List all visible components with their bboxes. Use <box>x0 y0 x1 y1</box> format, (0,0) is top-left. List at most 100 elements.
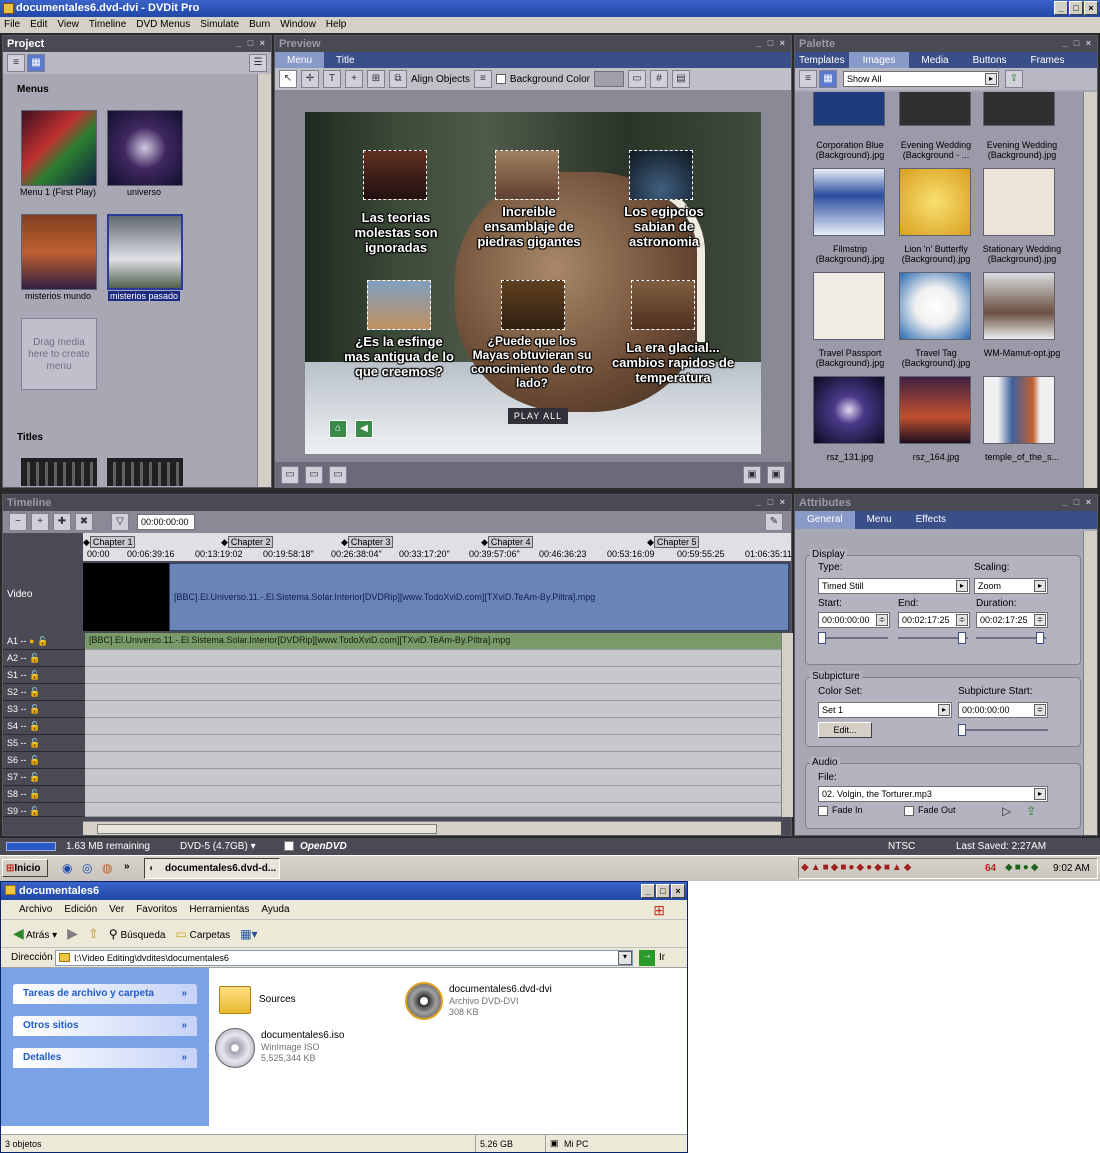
preview-action-icon-2[interactable]: ▭ <box>305 466 323 484</box>
menu-archivo[interactable]: Archivo <box>19 904 52 919</box>
drop-target[interactable]: Drag media here to create menu <box>21 318 97 390</box>
menu-thumbnail-3[interactable] <box>21 214 97 290</box>
menu-thumbnail-4[interactable] <box>107 214 183 290</box>
palette-thumb-5[interactable] <box>899 168 971 236</box>
tab-title[interactable]: Title <box>324 52 367 68</box>
lock-icon[interactable]: 🔓 <box>29 755 40 765</box>
dvd-project-icon[interactable] <box>405 982 443 1020</box>
audio-clip[interactable]: [BBC].El.Universo.11.-.El.Sistema.Solar.… <box>85 633 781 650</box>
menu-button-thumb-4[interactable] <box>367 280 431 330</box>
go-label[interactable]: Ir <box>659 952 665 963</box>
chapter-marker-4[interactable]: ◆ Chapter 4 <box>481 536 534 548</box>
task-pane-other-places[interactable]: Otros sitios» <box>13 1016 197 1036</box>
fade-in-checkbox[interactable] <box>818 806 828 816</box>
palette-thumb-2[interactable] <box>899 92 971 126</box>
lock-icon[interactable]: 🔓 <box>29 806 40 816</box>
taskbar-task-button[interactable]: ◐ documentales6.dvd-d... <box>144 858 280 879</box>
menu-button-text-5[interactable]: ¿Puede que los Mayas obtuvieran su conoc… <box>471 334 593 390</box>
play-all-button[interactable]: PLAY ALL <box>508 408 568 424</box>
zoom-out-icon[interactable]: − <box>9 513 27 531</box>
zoom-in-icon[interactable]: + <box>31 513 49 531</box>
menu-burn[interactable]: Burn <box>249 19 270 33</box>
lock-icon[interactable]: 🔓 <box>29 704 40 714</box>
chapter-marker-1[interactable]: ◆ Chapter 1 <box>83 536 136 548</box>
menu-button-text-3[interactable]: Los egipcios sabian de astronomia <box>609 204 719 249</box>
film-icon[interactable]: ▤ <box>671 70 690 88</box>
type-select[interactable]: Timed Still ▸ <box>818 578 970 594</box>
speaker-icon[interactable]: ● <box>29 636 34 646</box>
menu-button-thumb-1[interactable] <box>363 150 427 200</box>
maximize-button[interactable]: □ <box>1069 1 1083 15</box>
chapter-marker-2[interactable]: ◆ Chapter 2 <box>221 536 274 548</box>
lock-icon[interactable]: 🔓 <box>29 738 40 748</box>
duration-field[interactable]: 00:02:17:25 ≑ <box>976 612 1048 628</box>
marker-icon[interactable]: ▽ <box>111 513 129 531</box>
file-name-3[interactable]: documentales6.iso <box>261 1030 344 1041</box>
task-pane-file-tasks[interactable]: Tareas de archivo y carpeta» <box>13 984 197 1004</box>
menu-herramientas[interactable]: Herramientas <box>189 904 249 919</box>
task-pane-details[interactable]: Detalles» <box>13 1048 197 1068</box>
add-image-icon[interactable]: ⇪ <box>1005 70 1023 88</box>
start-button[interactable]: ⊞Inicio <box>2 859 48 877</box>
start-field[interactable]: 00:00:00:00 ≑ <box>818 612 890 628</box>
lock-icon[interactable]: 🔓 <box>29 670 40 680</box>
add-button-icon[interactable]: + <box>345 70 363 88</box>
menu-view[interactable]: View <box>57 19 79 33</box>
title-thumbnail-2[interactable] <box>107 458 183 486</box>
palette-thumb-6[interactable] <box>983 168 1055 236</box>
tab-templates[interactable]: Templates <box>795 52 849 68</box>
track-body-s7[interactable] <box>85 769 781 786</box>
link-icon[interactable]: ⧉ <box>389 70 407 88</box>
remove-chapter-icon[interactable]: ✖ <box>75 513 93 531</box>
preview-action-icon-5[interactable]: ▣ <box>767 466 785 484</box>
menu-edit[interactable]: Edit <box>30 19 47 33</box>
start-slider[interactable] <box>818 632 888 644</box>
add-link-icon[interactable]: ⊞ <box>367 70 385 88</box>
tree-view-icon[interactable]: ≡ <box>7 54 25 72</box>
menu-thumbnail-1[interactable] <box>21 110 97 186</box>
panel-controls-icon[interactable]: _ □ × <box>756 38 787 48</box>
tab-media[interactable]: Media <box>909 52 960 68</box>
add-chapter-icon[interactable]: ✚ <box>53 513 71 531</box>
menu-button-thumb-6[interactable] <box>631 280 695 330</box>
panel-controls-icon[interactable]: _ □ × <box>1062 497 1093 507</box>
chapter-marker-5[interactable]: ◆ Chapter 5 <box>647 536 700 548</box>
quicklaunch-icon-2[interactable]: ◎ <box>82 861 92 875</box>
folder-icon[interactable] <box>219 986 251 1014</box>
file-name-2[interactable]: documentales6.dvd-dvi <box>449 984 552 995</box>
menu-dvd-menus[interactable]: DVD Menus <box>136 19 190 33</box>
disc-type-select[interactable]: DVD-5 (4.7GB) ▾ <box>180 841 256 852</box>
attributes-scrollbar[interactable] <box>1083 531 1097 835</box>
lock-icon[interactable]: 🔓 <box>29 687 40 697</box>
minimize-button[interactable]: _ <box>1054 1 1068 15</box>
tracks-scrollbar[interactable] <box>781 633 793 817</box>
background-color-checkbox[interactable] <box>495 74 506 84</box>
back-button-icon[interactable]: ◀ <box>355 420 373 438</box>
menu-button-thumb-3[interactable] <box>629 150 693 200</box>
more-icon[interactable]: » <box>124 861 130 872</box>
move-tool-icon[interactable]: ✛ <box>301 70 319 88</box>
project-scrollbar[interactable] <box>257 74 271 487</box>
track-body-a2[interactable] <box>85 650 781 667</box>
panel-controls-icon[interactable]: _ □ × <box>756 497 787 507</box>
quicklaunch-icon-1[interactable]: ◉ <box>62 861 72 875</box>
search-button[interactable]: ⚲ Búsqueda <box>109 927 166 941</box>
tab-menu[interactable]: Menu <box>855 511 904 529</box>
thumbnail-view-icon[interactable]: ▦ <box>819 70 837 88</box>
menu-button-thumb-2[interactable] <box>495 150 559 200</box>
palette-thumb-8[interactable] <box>899 272 971 340</box>
palette-thumb-9[interactable] <box>983 272 1055 340</box>
file-name-1[interactable]: Sources <box>259 994 296 1005</box>
tab-frames[interactable]: Frames <box>1019 52 1077 68</box>
grid-icon[interactable]: # <box>649 70 668 88</box>
text-tool-icon[interactable]: T <box>323 70 341 88</box>
palette-thumb-4[interactable] <box>813 168 885 236</box>
select-tool-icon[interactable]: ↖ <box>279 70 297 88</box>
list-options-icon[interactable]: ☰ <box>249 54 267 72</box>
fade-out-checkbox[interactable] <box>904 806 914 816</box>
tab-general[interactable]: General <box>795 511 855 529</box>
palette-thumb-11[interactable] <box>899 376 971 444</box>
wrench-icon[interactable]: ✎ <box>765 513 783 531</box>
lock-icon[interactable]: 🔓 <box>29 772 40 782</box>
menu-button-text-1[interactable]: Las teorias molestas son ignoradas <box>341 210 451 255</box>
